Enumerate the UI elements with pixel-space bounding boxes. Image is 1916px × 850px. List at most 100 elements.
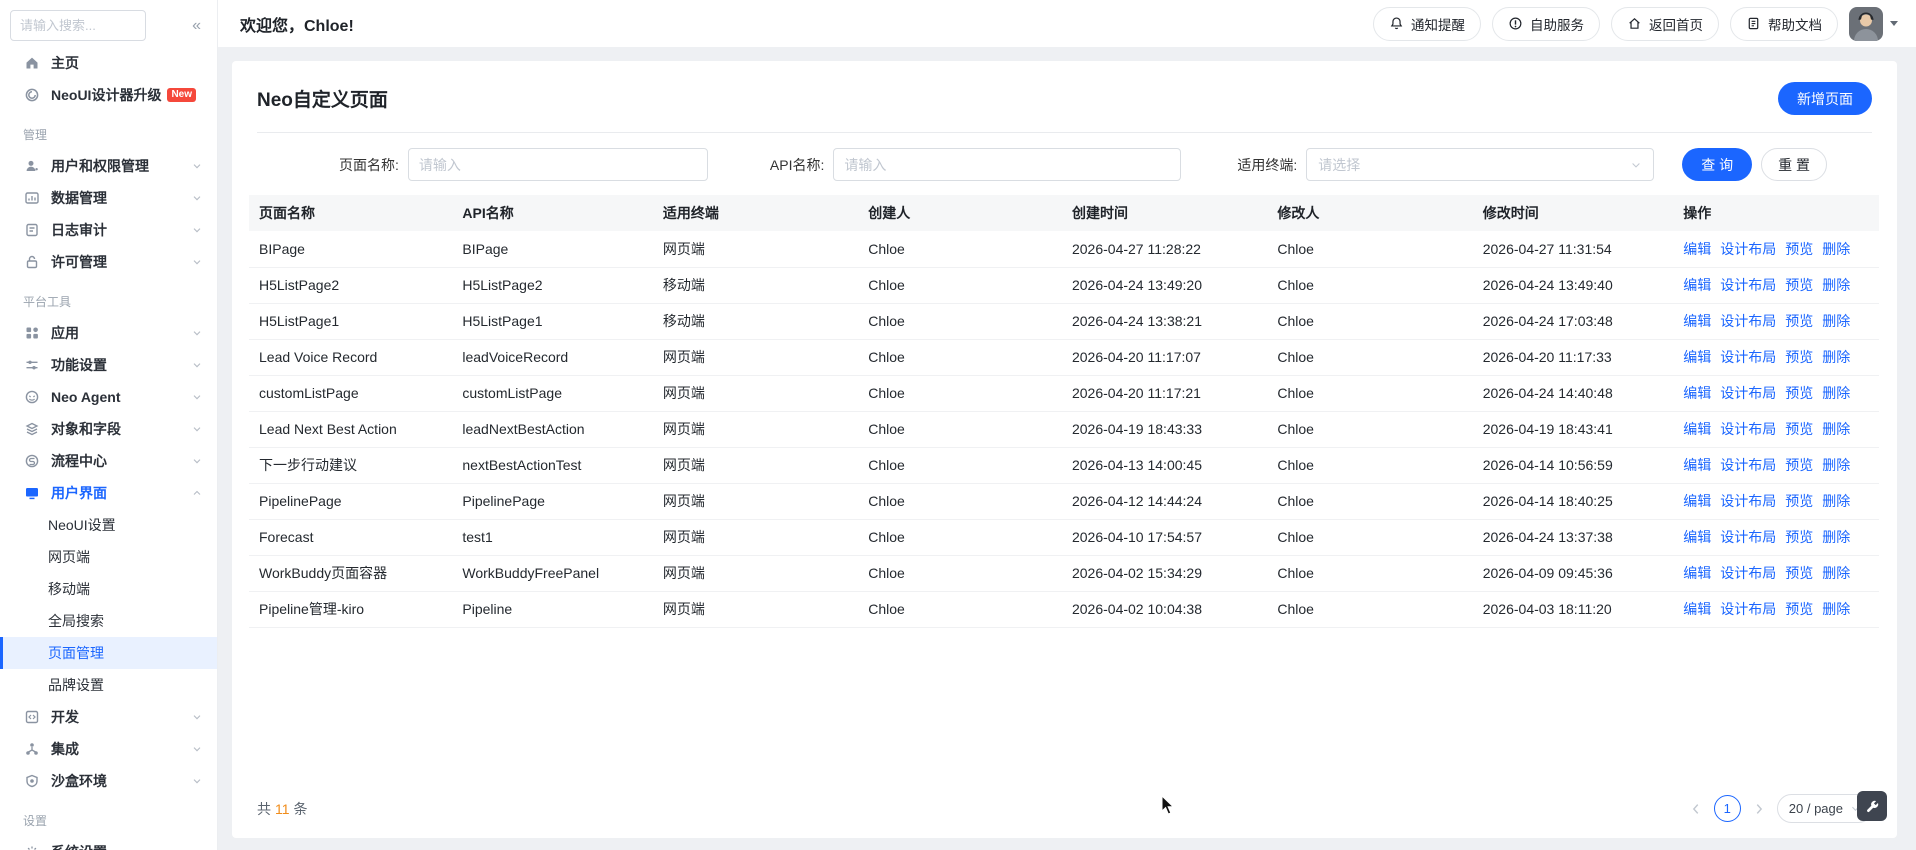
- action-edit[interactable]: 编辑: [1683, 457, 1711, 473]
- cell-terminal: 网页端: [654, 411, 861, 448]
- action-delete[interactable]: 删除: [1822, 421, 1850, 437]
- action-edit[interactable]: 编辑: [1683, 529, 1711, 545]
- sidebar-item-users[interactable]: 用户和权限管理: [0, 150, 217, 182]
- action-delete[interactable]: 删除: [1822, 385, 1850, 401]
- cell-modifier: Chloe: [1269, 519, 1475, 556]
- chevron-right-icon[interactable]: [1752, 802, 1766, 816]
- cell-creator: Chloe: [860, 447, 1064, 484]
- action-delete[interactable]: 删除: [1822, 529, 1850, 545]
- page-number-button[interactable]: 1: [1713, 795, 1741, 822]
- cell-terminal: 网页端: [654, 555, 861, 592]
- action-design-layout[interactable]: 设计布局: [1720, 313, 1776, 329]
- sidebar-item-ui[interactable]: 用户界面: [0, 477, 217, 509]
- cell-actions: 编辑 设计布局 预览 删除: [1675, 267, 1879, 304]
- action-preview[interactable]: 预览: [1785, 313, 1813, 329]
- action-preview[interactable]: 预览: [1785, 241, 1813, 257]
- sidebar-item-gear[interactable]: 系统设置: [0, 836, 217, 850]
- header-button-service[interactable]: 自助服务: [1492, 6, 1600, 41]
- action-delete[interactable]: 删除: [1822, 277, 1850, 293]
- header-button-doc[interactable]: 帮助文档: [1730, 6, 1838, 41]
- header-button-bell[interactable]: 通知提醒: [1373, 6, 1481, 41]
- sidebar-item-label: NeoUI设计器升级: [51, 87, 162, 103]
- page-name-input[interactable]: [407, 148, 708, 181]
- action-edit[interactable]: 编辑: [1683, 421, 1711, 437]
- user-avatar[interactable]: [1849, 6, 1883, 41]
- action-delete[interactable]: 删除: [1822, 241, 1850, 257]
- sidebar-subitem-19[interactable]: 品牌设置: [0, 669, 217, 701]
- action-preview[interactable]: 预览: [1785, 385, 1813, 401]
- user-menu-caret-icon[interactable]: [1890, 21, 1898, 26]
- action-edit[interactable]: 编辑: [1683, 385, 1711, 401]
- action-preview[interactable]: 预览: [1785, 601, 1813, 617]
- sidebar-item-dev[interactable]: 开发: [0, 701, 217, 733]
- action-edit[interactable]: 编辑: [1683, 277, 1711, 293]
- sidebar-item-integration[interactable]: 集成: [0, 733, 217, 765]
- sidebar-item-license[interactable]: 许可管理: [0, 246, 217, 278]
- sidebar-collapse-icon[interactable]: «: [192, 17, 205, 34]
- sidebar-item-home[interactable]: 主页: [0, 47, 217, 79]
- sidebar-item-designer[interactable]: NeoUI设计器升级 New: [0, 79, 217, 111]
- sidebar-subitem-18[interactable]: 页面管理: [0, 637, 217, 669]
- action-edit[interactable]: 编辑: [1683, 493, 1711, 509]
- action-design-layout[interactable]: 设计布局: [1720, 385, 1776, 401]
- action-design-layout[interactable]: 设计布局: [1720, 565, 1776, 581]
- total-prefix: 共: [257, 800, 271, 817]
- action-design-layout[interactable]: 设计布局: [1720, 241, 1776, 257]
- sidebar-subitem-16[interactable]: 移动端: [0, 573, 217, 605]
- search-button[interactable]: 查 询: [1682, 148, 1753, 181]
- reset-button[interactable]: 重 置: [1761, 148, 1828, 181]
- action-delete[interactable]: 删除: [1822, 349, 1850, 365]
- cell-modifier: Chloe: [1269, 591, 1475, 628]
- column-header-5: 修改人: [1269, 195, 1475, 231]
- sidebar-item-feature-settings[interactable]: 功能设置: [0, 349, 217, 381]
- add-page-button[interactable]: 新增页面: [1778, 82, 1872, 115]
- sidebar-subitem-14[interactable]: NeoUI设置: [0, 509, 217, 541]
- action-design-layout[interactable]: 设计布局: [1720, 601, 1776, 617]
- action-edit[interactable]: 编辑: [1683, 601, 1711, 617]
- sidebar-subitem-15[interactable]: 网页端: [0, 541, 217, 573]
- action-design-layout[interactable]: 设计布局: [1720, 277, 1776, 293]
- sidebar-subitem-label: NeoUI设置: [48, 517, 116, 533]
- sidebar-item-agent[interactable]: Neo Agent: [0, 381, 217, 413]
- cell-api: WorkBuddyFreePanel: [454, 555, 655, 592]
- sidebar-item-sandbox[interactable]: 沙盒环境: [0, 765, 217, 797]
- action-design-layout[interactable]: 设计布局: [1720, 493, 1776, 509]
- gear-icon: [27, 846, 37, 850]
- action-preview[interactable]: 预览: [1785, 529, 1813, 545]
- action-design-layout[interactable]: 设计布局: [1720, 529, 1776, 545]
- sidebar-item-label: 应用: [51, 325, 79, 341]
- sidebar-subitem-17[interactable]: 全局搜索: [0, 605, 217, 637]
- action-preview[interactable]: 预览: [1785, 565, 1813, 581]
- sidebar-item-data[interactable]: 数据管理: [0, 182, 217, 214]
- sidebar-section-label: 管理: [23, 128, 48, 142]
- chevron-left-icon[interactable]: [1689, 802, 1703, 816]
- action-preview[interactable]: 预览: [1785, 493, 1813, 509]
- action-edit[interactable]: 编辑: [1683, 565, 1711, 581]
- action-delete[interactable]: 删除: [1822, 565, 1850, 581]
- api-name-label: API名称:: [769, 156, 825, 173]
- dev-icon: [25, 710, 39, 724]
- action-preview[interactable]: 预览: [1785, 277, 1813, 293]
- action-delete[interactable]: 删除: [1822, 493, 1850, 509]
- action-design-layout[interactable]: 设计布局: [1720, 421, 1776, 437]
- action-edit[interactable]: 编辑: [1683, 349, 1711, 365]
- action-preview[interactable]: 预览: [1785, 421, 1813, 437]
- action-design-layout[interactable]: 设计布局: [1720, 349, 1776, 365]
- action-preview[interactable]: 预览: [1785, 349, 1813, 365]
- header-button-home-outline[interactable]: 返回首页: [1611, 6, 1719, 41]
- sidebar-search-input[interactable]: [10, 10, 146, 41]
- action-delete[interactable]: 删除: [1822, 601, 1850, 617]
- terminal-select[interactable]: 请选择: [1306, 148, 1655, 181]
- sidebar-item-flow[interactable]: 流程中心: [0, 445, 217, 477]
- sidebar-item-apps[interactable]: 应用: [0, 317, 217, 349]
- action-edit[interactable]: 编辑: [1683, 241, 1711, 257]
- sidebar-item-audit[interactable]: 日志审计: [0, 214, 217, 246]
- action-preview[interactable]: 预览: [1785, 457, 1813, 473]
- action-design-layout[interactable]: 设计布局: [1720, 457, 1776, 473]
- action-edit[interactable]: 编辑: [1683, 313, 1711, 329]
- api-name-input[interactable]: [833, 148, 1182, 181]
- settings-fab-button[interactable]: [1857, 791, 1887, 821]
- action-delete[interactable]: 删除: [1822, 313, 1850, 329]
- action-delete[interactable]: 删除: [1822, 457, 1850, 473]
- sidebar-item-object-fields[interactable]: 对象和字段: [0, 413, 217, 445]
